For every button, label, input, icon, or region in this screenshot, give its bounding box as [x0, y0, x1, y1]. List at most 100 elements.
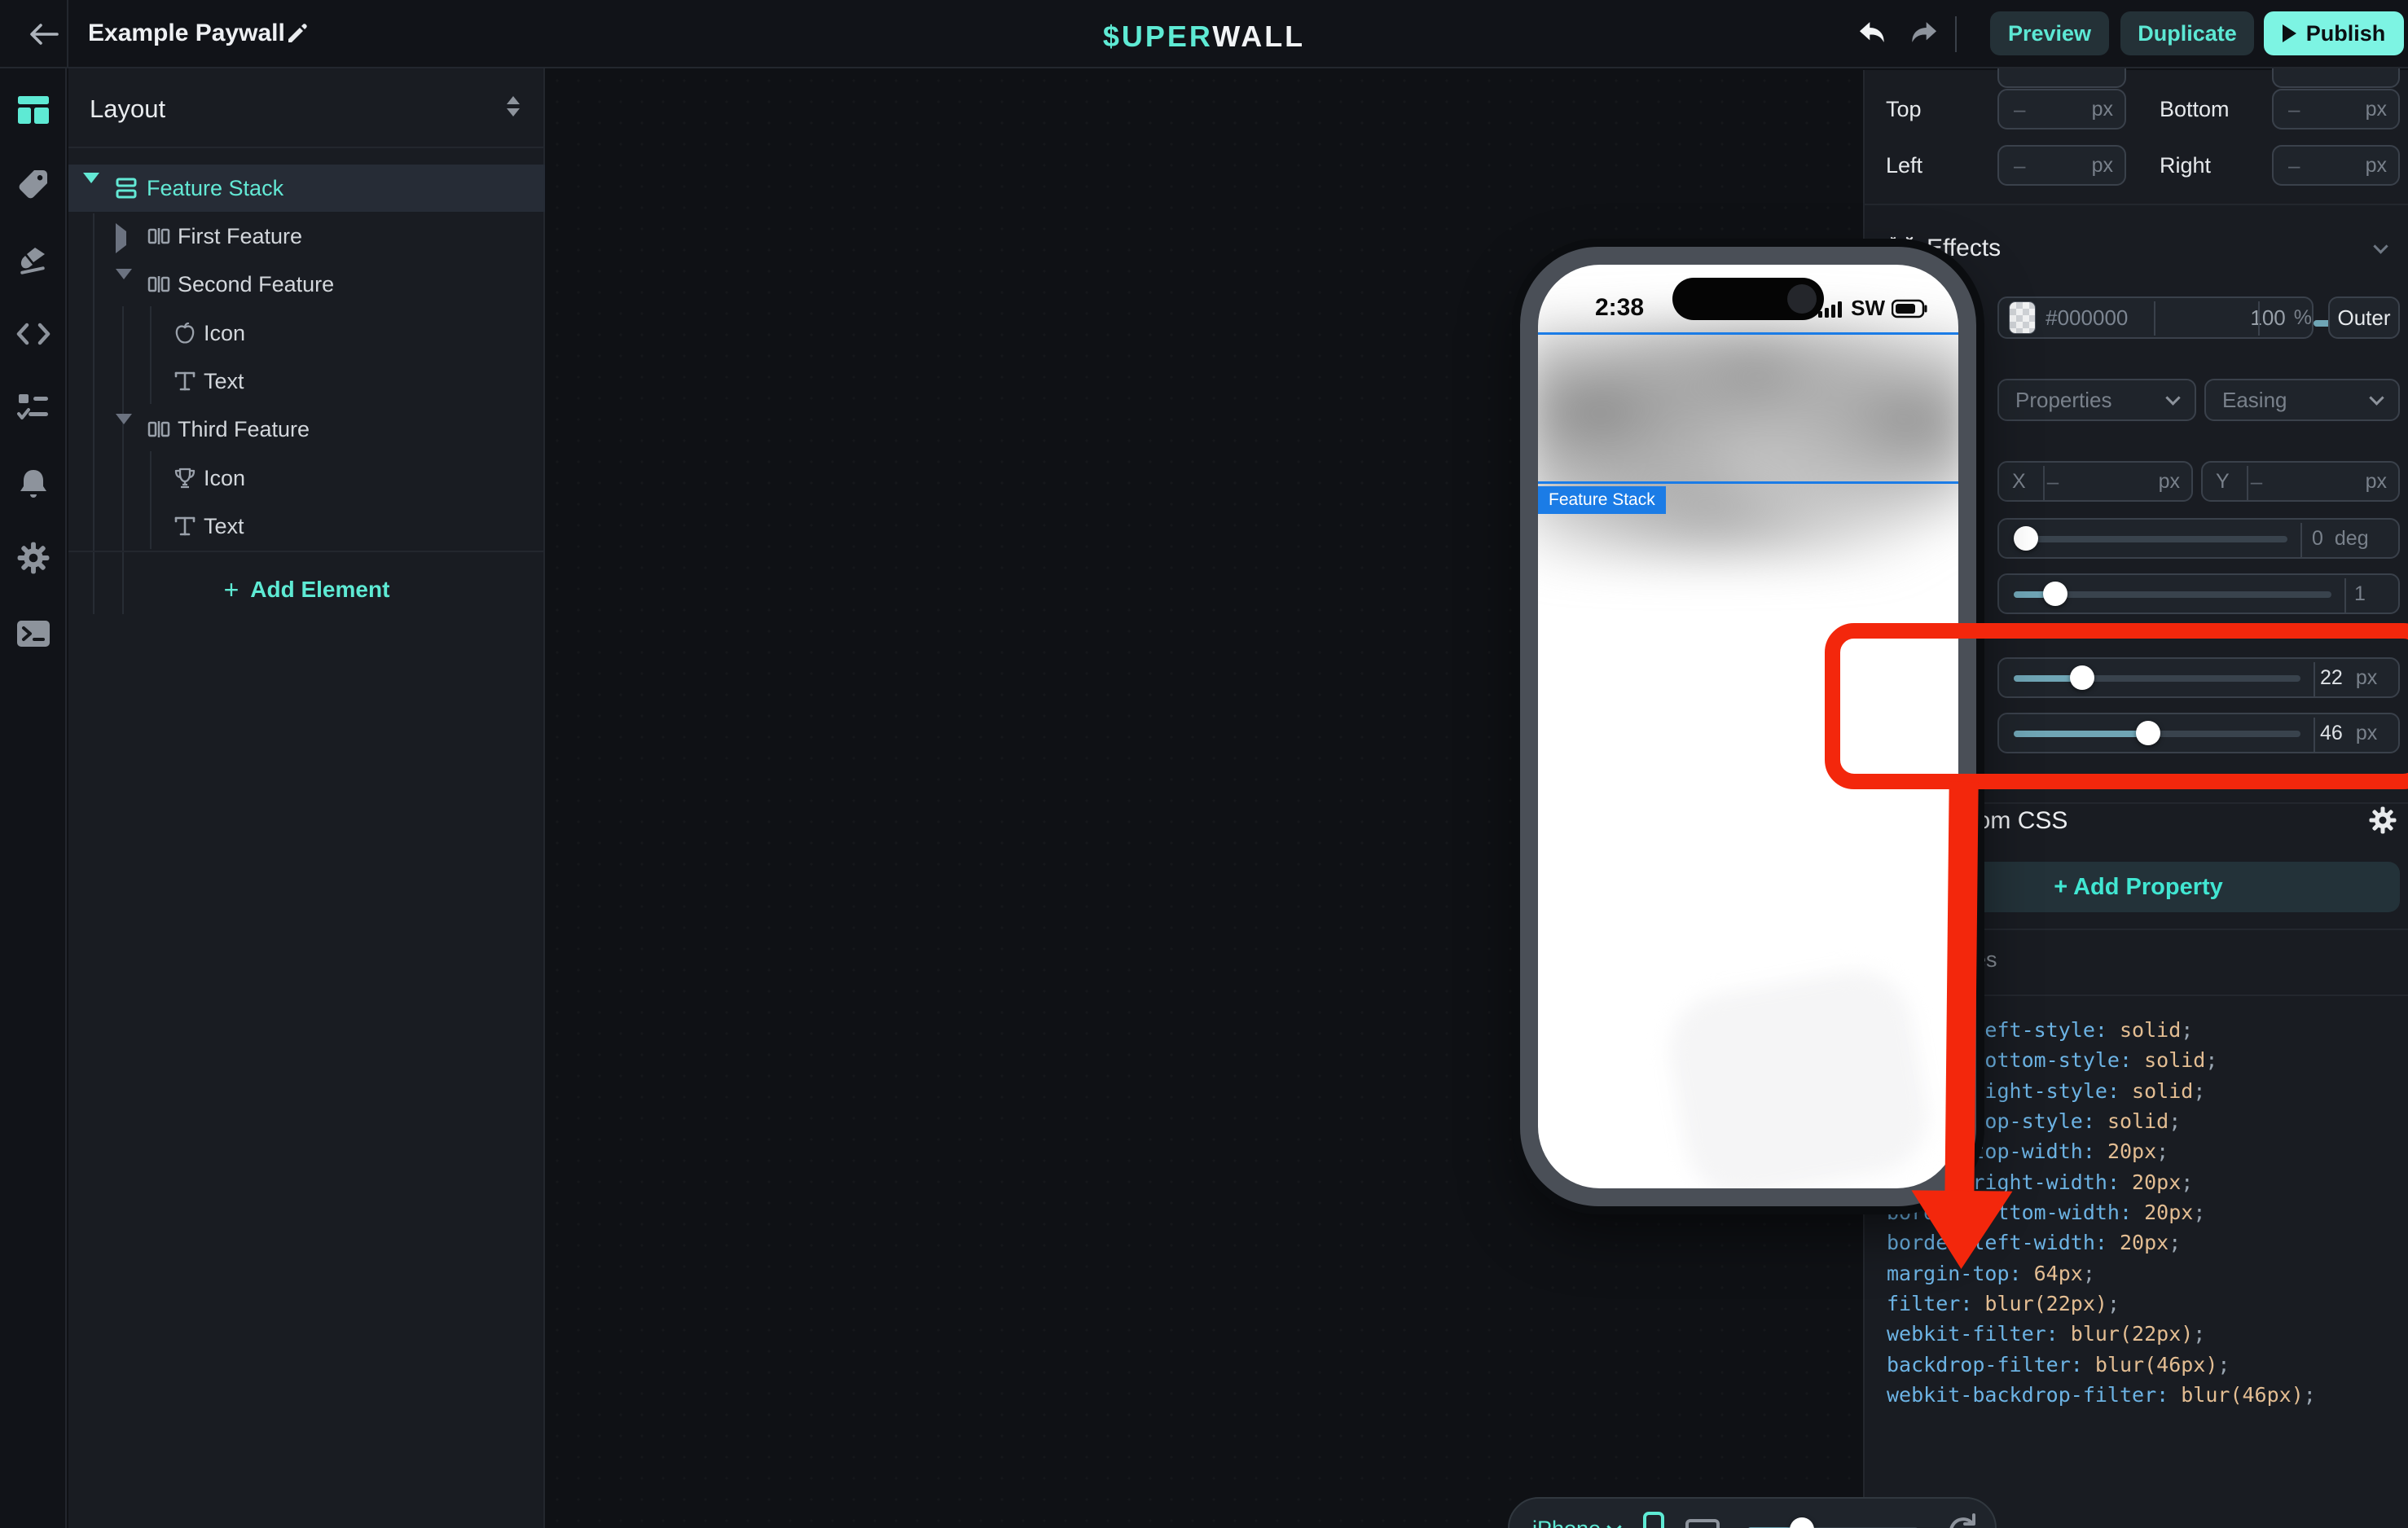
- chevron-down-icon: [2165, 390, 2180, 405]
- shadow-mode-button[interactable]: Outer: [2328, 296, 2400, 339]
- scale-slider[interactable]: [2014, 579, 2331, 608]
- canvas: 2:38 SW Feature Stack iPhone: [547, 70, 1861, 1528]
- sort-icon[interactable]: [507, 96, 520, 116]
- paywall-editor: 2:38 SW Feature Stack iPhone: [0, 0, 2408, 1528]
- sidebar-rail: [0, 68, 67, 1528]
- rotate-control[interactable]: 0 deg: [1997, 518, 2400, 559]
- css-line: webkit-filter: blur(22px);: [1887, 1322, 2205, 1346]
- slider-thumb[interactable]: [1790, 1517, 1814, 1528]
- padding-right-input[interactable]: – px: [2272, 145, 2400, 186]
- top-bar: Example Paywall $UPERWALL Preview Duplic…: [0, 0, 2408, 68]
- tag-icon[interactable]: [15, 166, 51, 202]
- stack-icon: [114, 176, 138, 200]
- chevron-down-icon: [2369, 390, 2384, 405]
- tree-item-second-feature[interactable]: Second Feature: [68, 261, 545, 308]
- publish-button[interactable]: Publish: [2264, 11, 2404, 55]
- code-icon[interactable]: [15, 316, 51, 352]
- chevron-down-icon[interactable]: [1606, 1519, 1621, 1528]
- signal-icon: [1818, 299, 1844, 318]
- portrait-orientation-button[interactable]: [1643, 1512, 1664, 1528]
- tree-item-icon[interactable]: Icon: [68, 454, 545, 502]
- tree-item-feature-stack[interactable]: Feature Stack: [68, 165, 545, 212]
- css-settings-gear-icon[interactable]: [2369, 806, 2397, 834]
- css-line: filter: blur(22px);: [1887, 1292, 2120, 1315]
- tree-item-label: Icon: [204, 466, 245, 491]
- padding-bottom-label: Bottom: [2160, 97, 2230, 122]
- deg-unit: deg: [2335, 527, 2369, 551]
- play-icon: [2283, 24, 2296, 42]
- scrolled-input-partial: [2272, 68, 2400, 88]
- columns-icon: [147, 224, 171, 248]
- tree-item-third-feature[interactable]: Third Feature: [68, 406, 545, 453]
- plus-icon: +: [224, 575, 239, 605]
- battery-icon: [1892, 299, 1929, 318]
- tree-item-text[interactable]: Text: [68, 358, 545, 405]
- red-annotation-rectangle: [1825, 623, 2408, 789]
- padding-left-label: Left: [1886, 153, 1922, 178]
- padding-right-label: Right: [2160, 153, 2211, 178]
- y-prefix: Y: [2216, 470, 2230, 494]
- brush-icon[interactable]: [15, 243, 51, 279]
- trophy-icon: [173, 466, 197, 490]
- shadow-control[interactable]: #000000 100 %: [1997, 296, 2314, 339]
- expander-down-icon[interactable]: [116, 279, 132, 294]
- animate-easing-dropdown[interactable]: Easing: [2204, 379, 2400, 421]
- tree-item-label: Feature Stack: [147, 176, 283, 201]
- animate-properties-dropdown[interactable]: Properties: [1997, 379, 2196, 421]
- tree-item-label: Text: [204, 369, 244, 394]
- apple-icon: [173, 321, 197, 345]
- bell-icon[interactable]: [15, 467, 51, 503]
- tree-item-label: First Feature: [178, 224, 302, 249]
- padding-top-label: Top: [1886, 97, 1922, 122]
- gear-icon[interactable]: [15, 540, 51, 576]
- color-swatch[interactable]: [2009, 301, 2036, 334]
- landscape-orientation-button[interactable]: [1685, 1519, 1720, 1528]
- selection-label: Feature Stack: [1538, 486, 1666, 514]
- padding-top-input[interactable]: – px: [1997, 89, 2126, 130]
- tree-item-label: Icon: [204, 321, 245, 346]
- zoom-slider[interactable]: [1747, 1515, 1918, 1528]
- dynamic-island: [1672, 278, 1824, 320]
- tree-item-icon[interactable]: Icon: [68, 310, 545, 357]
- duplicate-button[interactable]: Duplicate: [2120, 11, 2254, 55]
- expander-down-icon[interactable]: [83, 183, 99, 198]
- carrier-label: SW: [1851, 296, 1885, 321]
- expander-down-icon[interactable]: [116, 424, 132, 439]
- undo-icon[interactable]: [1856, 18, 1890, 50]
- scale-control[interactable]: 1: [1997, 573, 2400, 614]
- tree-item-text[interactable]: Text: [68, 503, 545, 550]
- redo-icon[interactable]: [1906, 18, 1940, 50]
- terminal-icon[interactable]: [15, 616, 51, 652]
- layout-icon[interactable]: [15, 92, 51, 128]
- columns-icon: [147, 272, 171, 296]
- tree-item-label: Text: [204, 514, 244, 539]
- refresh-icon[interactable]: [1944, 1512, 1980, 1528]
- camera-icon: [1787, 284, 1817, 314]
- preview-button[interactable]: Preview: [1990, 11, 2109, 55]
- css-line: backdrop-filter: blur(46px);: [1887, 1353, 2230, 1377]
- add-element-button[interactable]: + Add Element: [68, 564, 545, 616]
- expander-right-icon[interactable]: [116, 231, 126, 246]
- divider: [1865, 204, 2408, 205]
- scale-value[interactable]: 1: [2354, 582, 2366, 606]
- text-icon: [173, 369, 197, 393]
- shadow-hex-value[interactable]: #000000: [2045, 305, 2128, 331]
- columns-icon: [147, 417, 171, 441]
- padding-bottom-input[interactable]: – px: [2272, 89, 2400, 130]
- move-y-input[interactable]: Y – px: [2201, 461, 2400, 502]
- device-select[interactable]: iPhone: [1532, 1517, 1601, 1528]
- move-x-input[interactable]: X – px: [1997, 461, 2193, 502]
- css-line: webkit-backdrop-filter: blur(46px);: [1887, 1383, 2316, 1407]
- layout-panel: Layout Feature Stack First Feature: [68, 68, 545, 1528]
- rotate-slider[interactable]: [2014, 524, 2287, 553]
- x-prefix: X: [2012, 470, 2026, 494]
- padding-left-input[interactable]: – px: [1997, 145, 2126, 186]
- tree-item-first-feature[interactable]: First Feature: [68, 213, 545, 260]
- element-selection-outline[interactable]: [1538, 332, 1958, 484]
- status-time: 2:38: [1595, 294, 1644, 322]
- checklist-icon[interactable]: [15, 389, 51, 425]
- rotate-value[interactable]: 0: [2312, 527, 2323, 551]
- percent-unit: %: [2294, 306, 2312, 330]
- shadow-opacity-value[interactable]: 100: [2250, 305, 2285, 331]
- device-toolbar: iPhone: [1508, 1497, 1997, 1528]
